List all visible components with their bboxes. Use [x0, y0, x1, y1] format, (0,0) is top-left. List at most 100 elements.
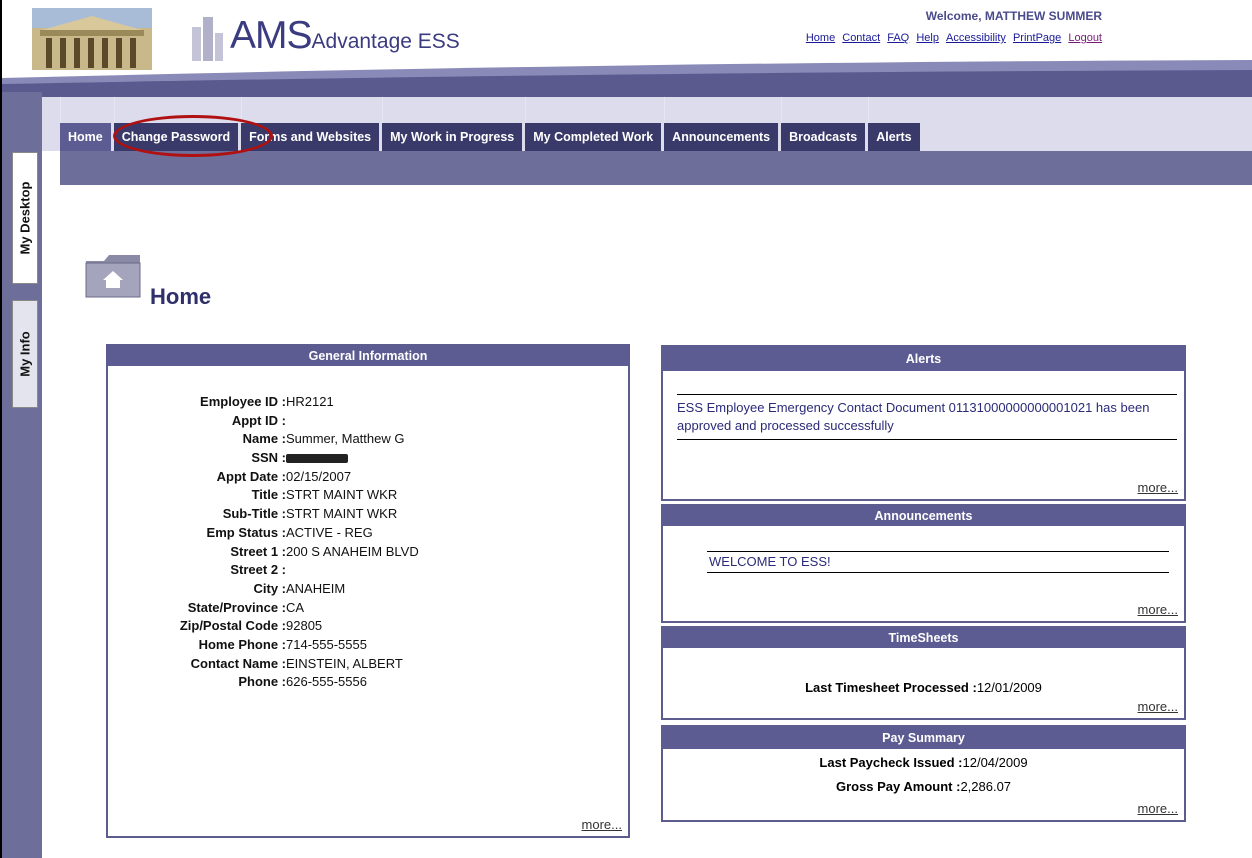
- info-row-street-1: Street 1 :200 S ANAHEIM BLVD: [116, 544, 626, 563]
- welcome-message: Welcome, MATTHEW SUMMER: [925, 9, 1102, 23]
- link-printpage[interactable]: PrintPage: [1013, 32, 1061, 44]
- panel-title: Alerts: [663, 347, 1184, 371]
- field-label: Appt Date :: [216, 468, 286, 484]
- field-label: Appt ID :: [231, 412, 286, 428]
- tab-announcements[interactable]: Announcements: [664, 97, 782, 151]
- field-label: Zip/Postal Code :: [179, 618, 286, 634]
- info-row-appt-id: Appt ID :: [116, 413, 626, 432]
- field-value: 2,286.07: [960, 779, 1012, 794]
- field-label: Name :: [242, 431, 286, 447]
- field-label: Last Timesheet Processed :: [805, 680, 977, 695]
- field-label: Title :: [251, 487, 286, 503]
- tab-my-completed-work[interactable]: My Completed Work: [525, 97, 665, 151]
- field-label: Gross Pay Amount :: [835, 779, 961, 794]
- tab-home[interactable]: Home: [60, 97, 114, 151]
- link-faq[interactable]: FAQ: [887, 32, 909, 44]
- top-links: Home Contact FAQ Help Accessibility Prin…: [702, 32, 1102, 44]
- field-label: SSN :: [251, 450, 286, 466]
- info-row-zip: Zip/Postal Code :92805: [116, 618, 626, 637]
- pay-summary-more-link[interactable]: more...: [1138, 801, 1178, 816]
- timesheets-panel: TimeSheets Last Timesheet Processed :12/…: [661, 626, 1186, 720]
- panel-title: General Information: [108, 346, 628, 366]
- field-value: EINSTEIN, ALBERT: [286, 655, 403, 671]
- general-more-link[interactable]: more...: [582, 817, 622, 832]
- field-value: 02/15/2007: [286, 468, 352, 484]
- field-value: 626-555-5556: [286, 674, 367, 690]
- info-row-street-2: Street 2 :: [116, 562, 626, 581]
- info-row-appt-date: Appt Date :02/15/2007: [116, 469, 626, 488]
- info-row-home-phone: Home Phone :714-555-5555: [116, 637, 626, 656]
- field-value: HR2121: [286, 394, 334, 409]
- info-row-city: City :ANAHEIM: [116, 581, 626, 600]
- tab-forms-and-websites[interactable]: Forms and Websites: [241, 97, 383, 151]
- nav-strip: [60, 151, 1252, 185]
- field-value: CA: [286, 599, 305, 615]
- link-logout[interactable]: Logout: [1068, 32, 1102, 44]
- field-value: 92805: [286, 618, 323, 634]
- last-paycheck-row: Last Paycheck Issued :12/04/2009: [663, 755, 1184, 770]
- ssn-redacted: [286, 454, 348, 464]
- app-title-main: AMS: [230, 14, 313, 57]
- last-timesheet-row: Last Timesheet Processed :12/01/2009: [663, 680, 1184, 695]
- link-help[interactable]: Help: [916, 32, 939, 44]
- app-title-sub: Advantage ESS: [311, 30, 460, 53]
- main-tabs: Home Change Password Forms and Websites …: [60, 97, 923, 151]
- field-value: 714-555-5555: [286, 636, 367, 652]
- link-accessibility[interactable]: Accessibility: [946, 32, 1006, 44]
- panel-title: Pay Summary: [663, 727, 1184, 749]
- field-label: Home Phone :: [198, 636, 286, 652]
- announcements-more-link[interactable]: more...: [1138, 602, 1178, 617]
- app-title: AMSAdvantage ESS: [230, 14, 460, 58]
- info-row-name: Name :Summer, Matthew G: [116, 431, 626, 450]
- info-row-state: State/Province :CA: [116, 600, 626, 619]
- info-row-sub-title: Sub-Title :STRT MAINT WKR: [116, 506, 626, 525]
- panel-title: Announcements: [663, 506, 1184, 526]
- field-value: 12/04/2009: [962, 755, 1028, 770]
- tab-change-password[interactable]: Change Password: [113, 97, 242, 151]
- field-label: Sub-Title :: [222, 506, 286, 522]
- field-label: Street 1 :: [230, 543, 286, 559]
- field-label: Emp Status :: [206, 524, 286, 540]
- announcements-panel: Announcements WELCOME TO ESS! more...: [661, 504, 1186, 623]
- side-tab-my-info[interactable]: My Info: [12, 300, 38, 408]
- tab-alerts[interactable]: Alerts: [868, 97, 923, 151]
- page-title: Home: [150, 284, 212, 309]
- home-folder-icon: [85, 255, 141, 298]
- general-information-panel: General Information Employee ID :HR2121 …: [106, 344, 630, 838]
- header: AMSAdvantage ESS Welcome, MATTHEW SUMMER…: [2, 0, 1252, 92]
- gross-pay-row: Gross Pay Amount :2,286.07: [663, 779, 1184, 794]
- alert-message: ESS Employee Emergency Contact Document …: [677, 394, 1177, 440]
- field-label: Contact Name :: [190, 655, 286, 671]
- link-contact[interactable]: Contact: [842, 32, 880, 44]
- field-value: STRT MAINT WKR: [286, 487, 398, 503]
- field-label: Employee ID :: [200, 394, 286, 409]
- field-label: Last Paycheck Issued :: [819, 755, 963, 770]
- field-value: 12/01/2009: [976, 680, 1042, 695]
- app-window: AMSAdvantage ESS Welcome, MATTHEW SUMMER…: [0, 0, 1252, 858]
- info-list: Employee ID :HR2121 Appt ID : Name :Summ…: [116, 394, 626, 693]
- info-row-emp-status: Emp Status :ACTIVE - REG: [116, 525, 626, 544]
- announcement-message: WELCOME TO ESS!: [707, 551, 1169, 573]
- side-tab-label: My Info: [17, 331, 33, 377]
- alerts-panel: Alerts ESS Employee Emergency Contact Do…: [661, 345, 1186, 501]
- side-tab-label: My Desktop: [17, 181, 33, 255]
- field-label: State/Province :: [187, 599, 286, 615]
- info-row-ssn: SSN :: [116, 450, 626, 469]
- field-value: Summer, Matthew G: [286, 431, 405, 447]
- field-value: 200 S ANAHEIM BLVD: [286, 543, 419, 559]
- side-tab-my-desktop[interactable]: My Desktop: [12, 152, 38, 284]
- link-home[interactable]: Home: [806, 32, 835, 44]
- info-row-phone: Phone :626-555-5556: [116, 674, 626, 693]
- field-label: Phone :: [238, 674, 286, 690]
- tab-my-work-in-progress[interactable]: My Work in Progress: [382, 97, 526, 151]
- timesheets-more-link[interactable]: more...: [1138, 699, 1178, 714]
- alerts-more-link[interactable]: more...: [1138, 480, 1178, 495]
- field-value: ACTIVE - REG: [286, 524, 373, 540]
- field-value: ANAHEIM: [286, 580, 346, 596]
- capitol-building-logo: [32, 8, 152, 70]
- info-row-title: Title :STRT MAINT WKR: [116, 487, 626, 506]
- tab-broadcasts[interactable]: Broadcasts: [781, 97, 869, 151]
- building-icon: [192, 17, 223, 61]
- field-label: Street 2 :: [230, 562, 286, 578]
- panel-title: TimeSheets: [663, 628, 1184, 648]
